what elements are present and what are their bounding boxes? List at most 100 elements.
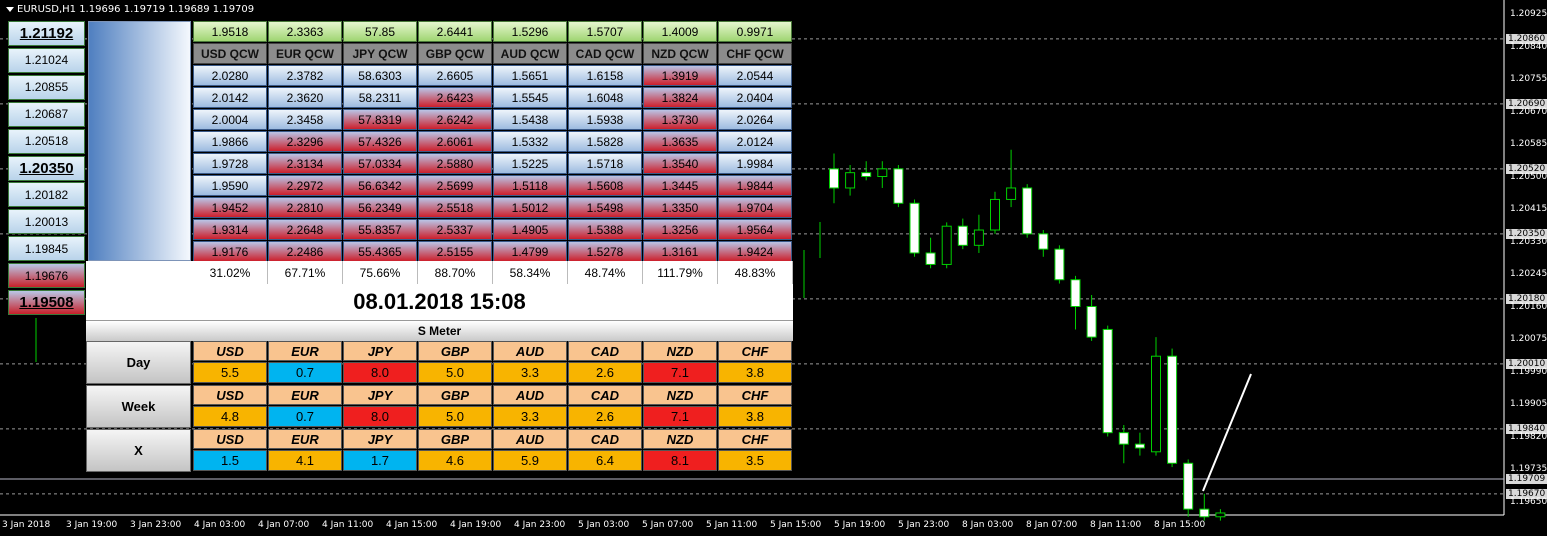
- qcw-cell: 56.2349: [343, 197, 417, 218]
- price-label: 1.20925: [1510, 9, 1547, 19]
- time-label: 8 Jan 03:00: [962, 520, 1014, 530]
- strength-value: 4.6: [418, 450, 492, 471]
- qcw-cell: 1.3161: [643, 241, 717, 262]
- qcw-cell: 2.5880: [418, 153, 492, 174]
- qcw-cell: 1.3635: [643, 131, 717, 152]
- qcw-cell: 1.9590: [193, 175, 267, 196]
- qcw-cell: 1.9844: [718, 175, 792, 196]
- qcw-header: EUR QCW: [268, 43, 342, 64]
- qcw-top-value: 0.9971: [718, 21, 792, 42]
- qcw-cell: 1.5225: [493, 153, 567, 174]
- ladder-price: 1.19676: [8, 263, 85, 289]
- currency-label: AUD: [493, 341, 567, 361]
- qcw-cell: 1.9564: [718, 219, 792, 240]
- strength-value: 8.0: [343, 362, 417, 383]
- currency-label: GBP: [418, 341, 492, 361]
- qcw-cell: 2.3134: [268, 153, 342, 174]
- qcw-cell: 1.9704: [718, 197, 792, 218]
- time-label: 3 Jan 23:00: [130, 520, 182, 530]
- candle: [941, 222, 952, 269]
- time-label: 4 Jan 07:00: [258, 520, 310, 530]
- qcw-cell: 2.5699: [418, 175, 492, 196]
- qcw-top-value: 1.9518: [193, 21, 267, 42]
- qcw-header: CHF QCW: [718, 43, 792, 64]
- qcw-cell: 1.5332: [493, 131, 567, 152]
- strength-value: 6.4: [568, 450, 642, 471]
- time-label: 3 Jan 2018: [2, 520, 51, 530]
- candle: [1118, 425, 1129, 464]
- price-label: 1.20585: [1510, 139, 1547, 149]
- time-label: 5 Jan 23:00: [898, 520, 950, 530]
- strength-value: 5.0: [418, 406, 492, 427]
- qcw-cell: 2.3458: [268, 109, 342, 130]
- currency-label: CAD: [568, 385, 642, 405]
- chevron-down-icon[interactable]: [6, 6, 14, 12]
- qcw-cell: 2.6242: [418, 109, 492, 130]
- qcw-top-value: 2.6441: [418, 21, 492, 42]
- price-label: 1.19650: [1510, 496, 1547, 507]
- price-label: 1.20755: [1510, 74, 1547, 84]
- percent-cell: 67.71%: [268, 261, 343, 284]
- qcw-cell: 1.9452: [193, 197, 267, 218]
- qcw-cell: 1.3256: [643, 219, 717, 240]
- strength-value: 3.8: [718, 362, 792, 383]
- candle: [1102, 325, 1113, 437]
- qcw-cell: 2.2648: [268, 219, 342, 240]
- time-label: 5 Jan 15:00: [770, 520, 822, 530]
- time-label: 5 Jan 11:00: [706, 520, 758, 530]
- currency-label: USD: [193, 341, 267, 361]
- currency-label: EUR: [268, 385, 342, 405]
- price-label: 1.20245: [1510, 269, 1547, 279]
- time-label: 8 Jan 15:00: [1154, 520, 1206, 530]
- qcw-top-value: 1.5707: [568, 21, 642, 42]
- qcw-cell: 2.6605: [418, 65, 492, 86]
- strength-value: 2.6: [568, 406, 642, 427]
- ladder-price: 1.20350: [8, 155, 85, 181]
- qcw-cell: 55.4365: [343, 241, 417, 262]
- candle: [1006, 149, 1017, 208]
- trend-line[interactable]: [1202, 373, 1252, 492]
- candle: [1183, 459, 1194, 517]
- strength-value: 8.1: [643, 450, 717, 471]
- currency-label: CHF: [718, 429, 792, 449]
- candle: [1038, 230, 1049, 257]
- strength-value: 3.3: [493, 406, 567, 427]
- percent-cell: 111.79%: [643, 261, 718, 284]
- candle: [1054, 245, 1065, 284]
- qcw-cell: 2.2486: [268, 241, 342, 262]
- currency-label: USD: [193, 429, 267, 449]
- qcw-cell: 2.0404: [718, 87, 792, 108]
- qcw-cell: 1.9314: [193, 219, 267, 240]
- time-label: 4 Jan 23:00: [514, 520, 566, 530]
- qcw-cell: 2.5518: [418, 197, 492, 218]
- candle: [845, 165, 856, 196]
- price-label: 1.19990: [1510, 366, 1547, 377]
- qcw-cell: 1.5278: [568, 241, 642, 262]
- candle: [909, 199, 920, 257]
- currency-label: JPY: [343, 385, 417, 405]
- qcw-cell: 58.6303: [343, 65, 417, 86]
- candle: [1134, 432, 1145, 456]
- candle: [1199, 493, 1210, 521]
- qcw-cell: 1.5388: [568, 219, 642, 240]
- qcw-cell: 57.8319: [343, 109, 417, 130]
- strength-value: 4.1: [268, 450, 342, 471]
- gradient-column: [88, 21, 191, 261]
- qcw-cell: 2.0280: [193, 65, 267, 86]
- smeter-title: S Meter: [86, 320, 793, 341]
- qcw-cell: 2.5155: [418, 241, 492, 262]
- qcw-cell: 2.0124: [718, 131, 792, 152]
- price-label: 1.20840: [1510, 41, 1547, 52]
- currency-label: CHF: [718, 341, 792, 361]
- qcw-header: CAD QCW: [568, 43, 642, 64]
- qcw-cell: 58.2311: [343, 87, 417, 108]
- qcw-cell: 1.9984: [718, 153, 792, 174]
- strength-value: 3.5: [718, 450, 792, 471]
- strength-value: 4.8: [193, 406, 267, 427]
- price-label: 1.19905: [1510, 399, 1547, 409]
- time-label: 8 Jan 11:00: [1090, 520, 1142, 530]
- qcw-cell: 1.3919: [643, 65, 717, 86]
- percent-cell: 75.66%: [343, 261, 418, 284]
- strength-value: 8.0: [343, 406, 417, 427]
- candle: [829, 153, 839, 204]
